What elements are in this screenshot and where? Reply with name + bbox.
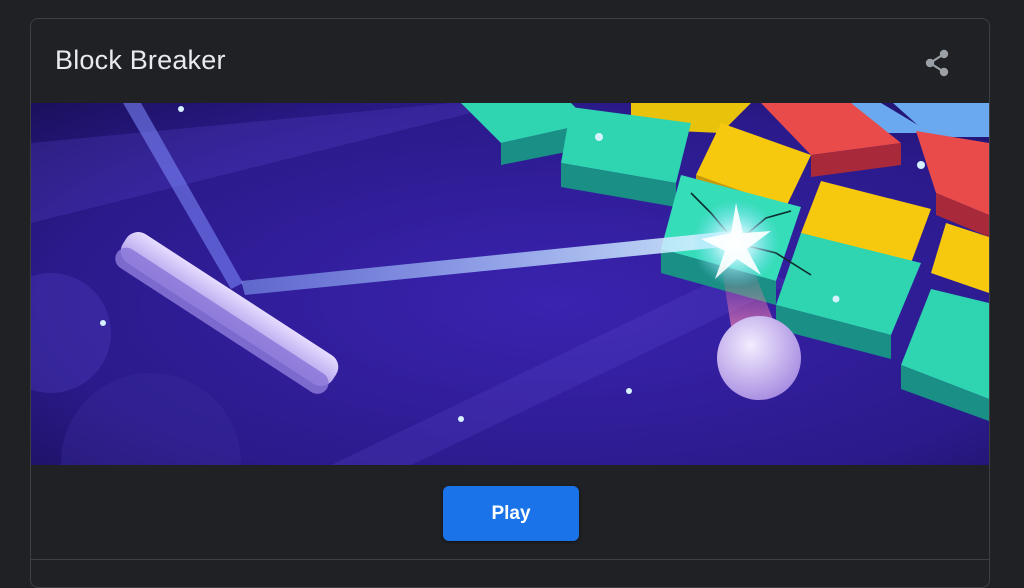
game-artwork[interactable] <box>31 103 989 465</box>
play-button[interactable]: Play <box>443 486 579 541</box>
card-header: Block Breaker <box>31 19 989 103</box>
game-title: Block Breaker <box>55 45 226 75</box>
share-icon[interactable] <box>919 45 955 81</box>
card-footer: Play <box>31 465 989 560</box>
game-card: Block Breaker Play <box>30 18 990 588</box>
ball <box>717 316 801 400</box>
artwork-scene <box>31 103 989 465</box>
